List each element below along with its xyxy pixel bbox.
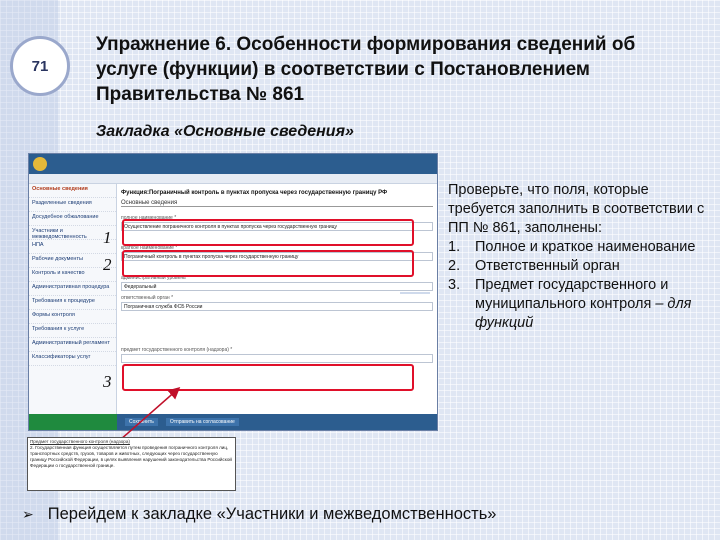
- control-subject-field: предмет государственного контроля (надзо…: [121, 347, 433, 363]
- item-text: Ответственный орган: [475, 258, 620, 274]
- instruction-item: 1. Полное и краткое наименование: [448, 238, 716, 257]
- sidebar-item[interactable]: Классификаторы услуг: [29, 352, 116, 366]
- app-footer: Сохранить Отправить на согласование: [29, 414, 437, 430]
- admin-level-select[interactable]: Федеральный: [121, 282, 433, 291]
- app-toolbar: [29, 174, 437, 184]
- excerpt-text: 2. Государственная функция осуществляетс…: [30, 445, 232, 468]
- sidebar-item[interactable]: Досудебное обжалование: [29, 212, 116, 226]
- item-number: 1.: [448, 239, 461, 255]
- app-header: [29, 154, 437, 174]
- highlight-box-3: [122, 364, 414, 391]
- instruction-list: 1. Полное и краткое наименование 2. Отве…: [448, 238, 716, 333]
- instruction-item: 3. Предмет государственного и муниципаль…: [448, 276, 716, 333]
- next-step-text: Перейдем к закладке «Участники и межведо…: [47, 505, 497, 523]
- marker-3: 3: [103, 372, 112, 391]
- next-step-bullet: ➢ Перейдем к закладке «Участники и межве…: [22, 505, 496, 524]
- marker-2: 2: [103, 255, 112, 274]
- highlight-box-1: [122, 219, 414, 246]
- instruction-intro: Проверьте, что поля, которые требуется з…: [448, 182, 705, 236]
- marker-1: 1: [103, 228, 112, 247]
- item-text: Предмет государственного и муниципальног…: [475, 277, 669, 312]
- send-for-approval-button[interactable]: Отправить на согласование: [165, 418, 239, 426]
- sidebar-item[interactable]: Требования к услуге: [29, 324, 116, 338]
- sidebar-item[interactable]: Административный регламент: [29, 338, 116, 352]
- slide-subtitle: Закладка «Основные сведения»: [96, 123, 354, 140]
- sidebar-item[interactable]: Требования к процедуре: [29, 296, 116, 310]
- field-label: предмет государственного контроля (надзо…: [121, 347, 233, 353]
- sidebar-item[interactable]: Основные сведения: [29, 184, 116, 198]
- admin-level-field: административный уровень * Федеральный: [121, 275, 433, 291]
- sidebar-item[interactable]: Административная процедура: [29, 282, 116, 296]
- footer-green-area: [29, 414, 117, 430]
- slide-number: 71: [10, 36, 70, 96]
- regulation-excerpt: Предмет государственного контроля (надзо…: [27, 437, 236, 491]
- item-number: 3.: [448, 277, 461, 293]
- responsible-org-field: ответственный орган * Пограничная служба…: [121, 295, 433, 311]
- sidebar-item[interactable]: Формы контроля: [29, 310, 116, 324]
- highlight-box-2: [122, 250, 414, 277]
- sidebar-item[interactable]: Разделенные сведения: [29, 198, 116, 212]
- responsible-org-input[interactable]: Пограничная служба ФСБ России: [121, 302, 433, 311]
- control-subject-input[interactable]: [121, 354, 433, 363]
- function-title: Функция:Пограничный контроль в пунктах п…: [121, 190, 388, 196]
- instruction-block: Проверьте, что поля, которые требуется з…: [448, 181, 716, 333]
- emblem-icon: [33, 157, 47, 171]
- item-number: 2.: [448, 258, 461, 274]
- instruction-item: 2. Ответственный орган: [448, 257, 716, 276]
- field-label: ответственный орган *: [121, 295, 174, 301]
- section-title: Основные сведения: [121, 200, 433, 207]
- item-text: Полное и краткое наименование: [475, 239, 696, 255]
- save-button[interactable]: Сохранить: [125, 418, 158, 426]
- slide-title: Упражнение 6. Особенности формирования с…: [96, 34, 636, 105]
- arrow-bullet-icon: ➢: [22, 506, 34, 522]
